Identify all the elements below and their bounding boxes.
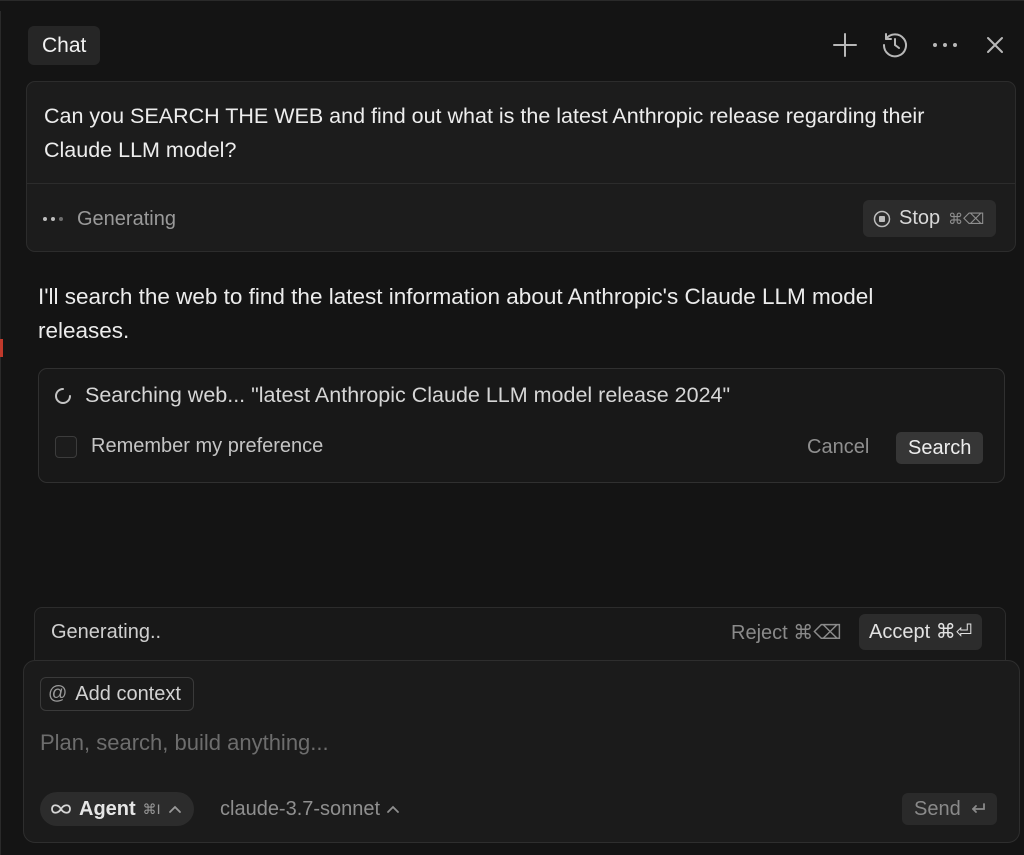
chevron-up-icon	[168, 805, 181, 813]
generating-status: Generating	[43, 202, 176, 236]
stop-shortcut: ⌘⌫	[948, 210, 985, 228]
generating-label: Generating	[77, 207, 176, 230]
enter-icon	[971, 803, 985, 813]
search-status-row: Searching web... "latest Anthropic Claud…	[53, 383, 730, 408]
chat-panel: Chat Can you SEARCH THE WEB and find out…	[0, 0, 1024, 855]
history-icon[interactable]	[880, 29, 910, 61]
accept-button[interactable]: Accept ⌘⏎	[859, 614, 983, 650]
search-button[interactable]: Search	[896, 432, 984, 464]
loading-dots-icon	[43, 217, 63, 221]
tab-chat[interactable]: Chat	[28, 26, 101, 65]
spinner-icon	[55, 387, 71, 404]
at-icon: @	[48, 683, 68, 704]
plus-icon[interactable]	[830, 29, 860, 61]
stop-button[interactable]: Stop ⌘⌫	[863, 200, 997, 237]
chat-header: Chat	[0, 1, 1024, 71]
agent-mode-button[interactable]: Agent ⌘I	[40, 792, 194, 826]
send-label: Send	[914, 797, 961, 820]
web-search-card: Searching web... "latest Anthropic Claud…	[38, 368, 1005, 483]
agent-shortcut: ⌘I	[142, 800, 161, 817]
more-icon[interactable]	[930, 29, 960, 61]
divider	[27, 183, 1015, 184]
stop-label: Stop	[899, 207, 941, 229]
chevron-up-icon	[387, 805, 400, 813]
add-context-label: Add context	[75, 682, 181, 705]
infinity-icon	[51, 804, 71, 814]
generating-bar: Generating.. Reject ⌘⌫ Accept ⌘⏎	[34, 607, 1006, 667]
add-context-button[interactable]: @ Add context	[40, 677, 194, 711]
remember-preference-checkbox[interactable]	[55, 435, 77, 458]
model-label: claude-3.7-sonnet	[220, 797, 381, 820]
send-button[interactable]: Send	[902, 793, 997, 825]
panel-divider	[0, 11, 1, 855]
composer: @ Add context Agent ⌘I claude-3.7-sonnet…	[23, 660, 1020, 843]
agent-label: Agent	[79, 797, 136, 820]
user-message-text: Can you SEARCH THE WEB and find out what…	[44, 104, 925, 162]
composer-input[interactable]	[40, 725, 1000, 761]
generating-bar-label: Generating..	[51, 621, 162, 643]
indicator-mark	[0, 339, 3, 357]
cancel-button[interactable]: Cancel	[801, 431, 875, 463]
remember-preference-row: Remember my preference	[55, 435, 323, 458]
model-selector[interactable]: claude-3.7-sonnet	[220, 792, 400, 826]
search-status-label: Searching web... "latest Anthropic Claud…	[85, 383, 731, 407]
assistant-message-text: I'll search the web to find the latest i…	[38, 284, 874, 343]
remember-preference-label: Remember my preference	[91, 435, 324, 457]
close-icon[interactable]	[980, 29, 1010, 61]
stop-icon	[873, 210, 891, 227]
reject-button[interactable]: Reject ⌘⌫	[731, 620, 842, 645]
user-message-card: Can you SEARCH THE WEB and find out what…	[26, 81, 1016, 252]
